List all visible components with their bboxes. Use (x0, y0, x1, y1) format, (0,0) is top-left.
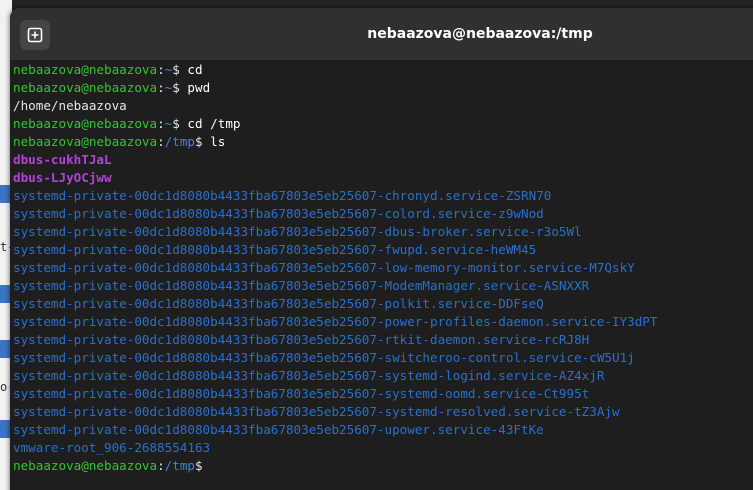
terminal-line: nebaazova@nebaazova:/tmp$ (13, 457, 753, 475)
terminal-line: systemd-private-00dc1d8080b4433fba67803e… (13, 223, 753, 241)
terminal-line: systemd-private-00dc1d8080b4433fba67803e… (13, 313, 753, 331)
terminal-line: systemd-private-00dc1d8080b4433fba67803e… (13, 421, 753, 439)
command-text: ls (202, 134, 226, 149)
prompt-symbol: $ (172, 62, 180, 77)
directory-entry: systemd-private-00dc1d8080b4433fba67803e… (13, 368, 605, 383)
desktop: t- o( nebaazova@nebaazova:/tmp nebaazova… (0, 0, 753, 490)
prompt-user: nebaazova@nebaazova (13, 116, 158, 131)
terminal-line: systemd-private-00dc1d8080b4433fba67803e… (13, 403, 753, 421)
directory-entry: systemd-private-00dc1d8080b4433fba67803e… (13, 314, 658, 329)
terminal-line: dbus-LJyOCjww (13, 169, 753, 187)
directory-entry: systemd-private-00dc1d8080b4433fba67803e… (13, 278, 590, 293)
terminal-line: systemd-private-00dc1d8080b4433fba67803e… (13, 295, 753, 313)
new-tab-button[interactable] (20, 20, 50, 50)
directory-entry: systemd-private-00dc1d8080b4433fba67803e… (13, 404, 620, 419)
window-title: nebaazova@nebaazova:/tmp (367, 26, 593, 42)
terminal-line: systemd-private-00dc1d8080b4433fba67803e… (13, 205, 753, 223)
terminal-output[interactable]: nebaazova@nebaazova:~$ cd nebaazova@nebaa… (13, 61, 753, 475)
command-text: cd (179, 62, 203, 77)
directory-entry: systemd-private-00dc1d8080b4433fba67803e… (13, 350, 635, 365)
sticky-directory-entry: dbus-cukhTJaL (13, 152, 112, 167)
directory-entry: systemd-private-00dc1d8080b4433fba67803e… (13, 386, 590, 401)
prompt-separator: : (157, 134, 165, 149)
terminal-line: nebaazova@nebaazova:~$ pwd (13, 79, 753, 97)
directory-entry: systemd-private-00dc1d8080b4433fba67803e… (13, 260, 635, 275)
command-output: /home/nebaazova (13, 98, 127, 113)
prompt-separator: : (157, 116, 165, 131)
directory-entry: systemd-private-00dc1d8080b4433fba67803e… (13, 188, 552, 203)
prompt-user: nebaazova@nebaazova (13, 134, 158, 149)
terminal-window[interactable]: nebaazova@nebaazova:/tmp nebaazova@nebaa… (10, 8, 753, 490)
terminal-line: nebaazova@nebaazova:~$ cd (13, 61, 753, 79)
prompt-separator: : (157, 80, 165, 95)
prompt-symbol: $ (195, 134, 203, 149)
terminal-line: nebaazova@nebaazova:~$ cd /tmp (13, 115, 753, 133)
prompt-path: /tmp (164, 458, 195, 473)
prompt-symbol: $ (172, 80, 180, 95)
terminal-line: systemd-private-00dc1d8080b4433fba67803e… (13, 385, 753, 403)
directory-entry: vmware-root_906-2688554163 (13, 440, 211, 455)
terminal-line: systemd-private-00dc1d8080b4433fba67803e… (13, 277, 753, 295)
prompt-separator: : (157, 62, 165, 77)
directory-entry: systemd-private-00dc1d8080b4433fba67803e… (13, 224, 582, 239)
terminal-line: systemd-private-00dc1d8080b4433fba67803e… (13, 241, 753, 259)
terminal-line: systemd-private-00dc1d8080b4433fba67803e… (13, 331, 753, 349)
directory-entry: systemd-private-00dc1d8080b4433fba67803e… (13, 332, 590, 347)
terminal-line: systemd-private-00dc1d8080b4433fba67803e… (13, 349, 753, 367)
terminal-line: nebaazova@nebaazova:/tmp$ ls (13, 133, 753, 151)
terminal-line: systemd-private-00dc1d8080b4433fba67803e… (13, 187, 753, 205)
command-text: cd /tmp (179, 116, 241, 131)
prompt-path: /tmp (164, 134, 195, 149)
sticky-directory-entry: dbus-LJyOCjww (13, 170, 112, 185)
plus-in-square-icon (27, 27, 43, 43)
prompt-symbol: $ (172, 116, 180, 131)
directory-entry: systemd-private-00dc1d8080b4433fba67803e… (13, 206, 544, 221)
prompt-user: nebaazova@nebaazova (13, 62, 158, 77)
directory-entry: systemd-private-00dc1d8080b4433fba67803e… (13, 296, 544, 311)
directory-entry: systemd-private-00dc1d8080b4433fba67803e… (13, 242, 537, 257)
terminal-line: /home/nebaazova (13, 97, 753, 115)
prompt-separator: : (157, 458, 165, 473)
prompt-user: nebaazova@nebaazova (13, 80, 158, 95)
prompt-symbol: $ (195, 458, 203, 473)
title-bar[interactable]: nebaazova@nebaazova:/tmp (10, 8, 753, 61)
terminal-line: dbus-cukhTJaL (13, 151, 753, 169)
terminal-line: systemd-private-00dc1d8080b4433fba67803e… (13, 259, 753, 277)
command-text: pwd (179, 80, 211, 95)
directory-entry: systemd-private-00dc1d8080b4433fba67803e… (13, 422, 544, 437)
prompt-user: nebaazova@nebaazova (13, 458, 158, 473)
terminal-line: systemd-private-00dc1d8080b4433fba67803e… (13, 367, 753, 385)
terminal-line: vmware-root_906-2688554163 (13, 439, 753, 457)
